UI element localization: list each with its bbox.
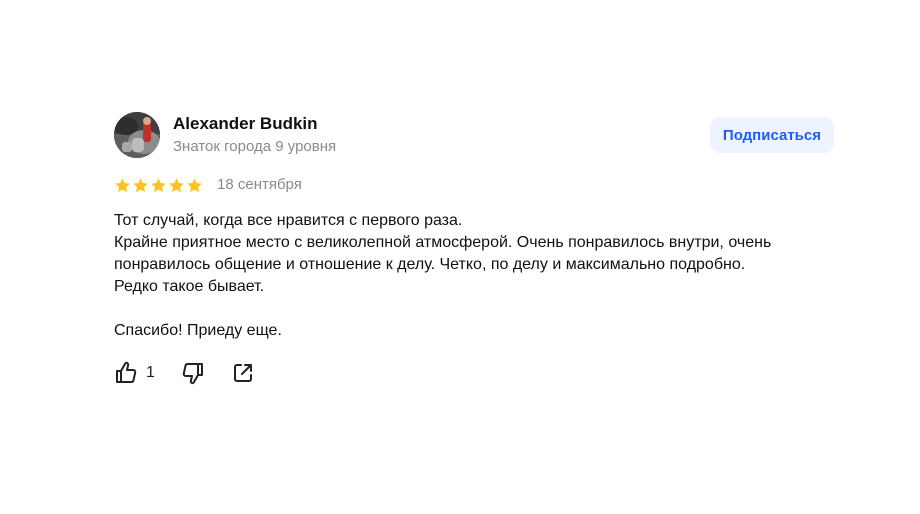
star-icon — [187, 177, 202, 192]
subscribe-button[interactable]: Подписаться — [709, 117, 834, 153]
share-button[interactable] — [231, 361, 255, 385]
review-header: Alexander Budkin Знаток города 9 уровня … — [114, 112, 834, 158]
author-info: Alexander Budkin Знаток города 9 уровня — [173, 114, 336, 157]
like-count: 1 — [146, 364, 155, 381]
review-text-line: Спасибо! Приеду еще. — [114, 322, 282, 339]
review-date: 18 сентября — [217, 176, 302, 193]
dislike-button[interactable] — [181, 361, 205, 385]
star-icon — [169, 177, 184, 192]
review-actions: 1 — [114, 360, 834, 386]
rating-stars — [114, 177, 203, 194]
review-text-line: Тот случай, когда все нравится с первого… — [114, 212, 463, 229]
review-text-line: Редко такое бывает. — [114, 278, 265, 295]
star-icon — [115, 177, 130, 192]
avatar-image — [114, 112, 160, 158]
like-button[interactable]: 1 — [114, 361, 155, 385]
share-icon — [233, 364, 252, 382]
review-meta: 18 сентября — [114, 174, 834, 196]
review-card: Alexander Budkin Знаток города 9 уровня … — [114, 112, 834, 386]
review-text: Тот случай, когда все нравится с первого… — [114, 210, 834, 342]
author-level: Знаток города 9 уровня — [173, 138, 337, 155]
avatar[interactable] — [114, 112, 160, 158]
author-name[interactable]: Alexander Budkin — [173, 114, 336, 134]
thumbs-up-icon — [116, 361, 137, 383]
star-icon — [151, 177, 166, 192]
review-text-line: Крайне приятное место с великолепной атм… — [114, 234, 772, 273]
star-icon — [133, 177, 148, 192]
thumbs-down-icon — [182, 363, 203, 385]
